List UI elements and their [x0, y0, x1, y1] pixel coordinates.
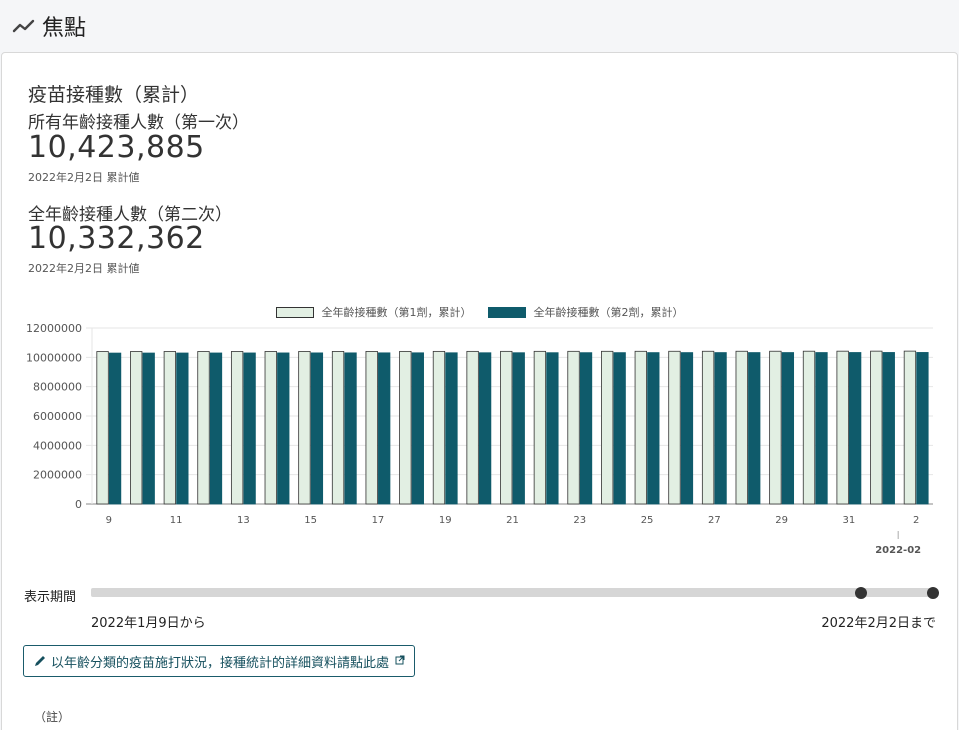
bar-series2	[209, 352, 223, 505]
y-tick-label: 12000000	[26, 322, 82, 335]
bar-series1	[466, 350, 479, 505]
bar-series2	[344, 352, 357, 505]
metric1-value: 10,423,885	[28, 130, 205, 165]
page-header: 焦點	[0, 0, 959, 52]
bar-series1	[432, 350, 446, 505]
x-tick-label: 25	[641, 515, 654, 526]
bar-series2	[680, 352, 694, 505]
bar-series1	[197, 351, 210, 505]
y-tick-label: 0	[75, 498, 82, 511]
bar-series1	[735, 350, 748, 505]
x-tick-label: 9	[106, 515, 112, 526]
x-tick-label: 17	[372, 515, 385, 526]
x-tick-label: 23	[573, 515, 586, 526]
period-label: 表示期間	[24, 590, 77, 605]
bar-series1	[298, 351, 311, 505]
metric1-date: 2022年2月2日 累計値	[28, 171, 140, 184]
bar-series1	[567, 350, 580, 505]
bar-series2	[882, 352, 895, 505]
bar-series1	[836, 350, 849, 505]
bar-series1	[601, 350, 614, 505]
y-tick-label: 8000000	[33, 381, 82, 394]
period-slider-end-handle[interactable]	[927, 587, 939, 599]
x-tick-label: 21	[506, 515, 519, 526]
bar-series2	[176, 352, 189, 505]
bar-series2	[411, 352, 424, 505]
bar-series2	[277, 352, 290, 505]
x-tick-label: 11	[170, 515, 183, 526]
x-tick-label: 19	[439, 515, 452, 526]
bar-series2	[613, 352, 626, 505]
bar-series1	[701, 350, 715, 505]
bar-series2	[512, 352, 525, 505]
bar-series1	[870, 350, 883, 505]
period-from: 2022年1月9日から	[91, 616, 206, 631]
bar-series1	[634, 350, 647, 505]
bar-series1	[163, 351, 177, 505]
period-to: 2022年2月2日まで	[821, 616, 936, 631]
x-tick-label: 27	[708, 515, 721, 526]
bar-series1	[96, 351, 109, 505]
bar-series2	[310, 352, 324, 505]
bar-series1	[668, 350, 681, 505]
x-tick-label: 2	[913, 515, 919, 526]
x-tick-label: 31	[843, 515, 856, 526]
x-sub-label: 2022-02	[875, 545, 921, 556]
bar-series1	[533, 350, 547, 505]
x-tick-label: 29	[775, 515, 788, 526]
bar-series2	[748, 352, 761, 505]
x-tick-label: 13	[237, 515, 250, 526]
pen-icon	[33, 654, 47, 668]
bar-series1	[130, 351, 143, 505]
bar-series1	[802, 350, 816, 505]
notes-label: （註）	[34, 710, 71, 724]
bar-series1	[331, 351, 345, 505]
y-tick-label: 2000000	[33, 469, 82, 482]
vaccination-bar-chart: 0 2000000 4000000 6000000 8000000 10000000 120…	[26, 322, 933, 556]
bar-series2	[916, 352, 929, 505]
bar-series1	[230, 351, 244, 505]
bar-series2	[781, 352, 795, 505]
trend-line-icon	[12, 14, 36, 38]
details-link-label: 以年齡分類的疫苗施打狀況，接種統計的詳細資料請點此處	[51, 655, 390, 671]
bar-series2	[478, 352, 492, 505]
metric2-value: 10,332,362	[28, 221, 205, 256]
x-tick-label: 15	[304, 515, 317, 526]
external-link-icon	[395, 655, 405, 668]
y-tick-label: 6000000	[33, 410, 82, 423]
bar-series2	[546, 352, 559, 505]
bar-series1	[500, 350, 513, 505]
section-title: 疫苗接種數（累計）	[28, 84, 200, 106]
bar-series2	[647, 352, 660, 505]
bar-series2	[445, 352, 458, 505]
bar-series1	[365, 351, 378, 505]
y-tick-label: 4000000	[33, 439, 82, 452]
y-tick-label: 10000000	[26, 351, 82, 364]
bar-series2	[849, 352, 862, 505]
bar-series2	[378, 352, 391, 505]
bar-series1	[399, 350, 412, 505]
bar-series2	[815, 352, 828, 505]
metric2-date: 2022年2月2日 累計値	[28, 262, 140, 275]
bar-series2	[714, 352, 727, 505]
bar-series1	[264, 351, 277, 505]
period-slider-track[interactable]	[91, 588, 933, 597]
bar-series2	[142, 352, 155, 505]
page-title: 焦點	[42, 16, 87, 41]
bar-series2	[243, 352, 256, 505]
bar-series1	[903, 350, 917, 505]
details-link-button[interactable]: 以年齡分類的疫苗施打狀況，接種統計的詳細資料請點此處	[23, 645, 416, 677]
bar-series2	[579, 352, 593, 505]
bar-series2	[108, 352, 122, 505]
bar-series1	[769, 350, 782, 505]
